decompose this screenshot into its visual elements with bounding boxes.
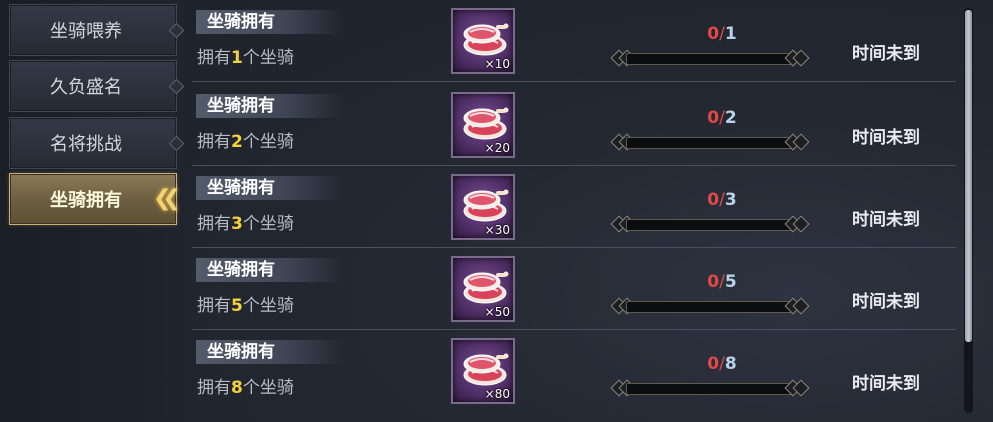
meat-icon [463, 23, 509, 56]
desc-count: 3 [231, 214, 243, 234]
tab-label: 久负盛名 [50, 77, 122, 98]
task-description: 拥有8个坐骑 [197, 373, 294, 398]
reward-item-slot[interactable]: ×30 [451, 174, 515, 240]
progress-text: 0/8 [692, 354, 752, 374]
task-title: 坐骑拥有 [196, 258, 344, 282]
progress-bar [610, 49, 810, 67]
task-description: 拥有5个坐骑 [197, 291, 294, 316]
tab-edge-ornament [168, 22, 185, 39]
reward-quantity: ×10 [484, 57, 510, 71]
task-description: 拥有1个坐骑 [197, 43, 294, 68]
progress-bar [610, 379, 810, 397]
double-chevron-left-icon: ❮❮ [153, 186, 181, 211]
desc-count: 2 [231, 132, 243, 152]
progress-text: 0/2 [692, 108, 752, 128]
task-status[interactable]: 时间未到 [852, 205, 920, 230]
scrollbar-thumb[interactable] [965, 10, 972, 342]
meat-icon [463, 107, 509, 140]
task-description: 拥有2个坐骑 [197, 127, 294, 152]
desc-prefix: 拥有 [197, 296, 231, 316]
task-status[interactable]: 时间未到 [852, 287, 920, 312]
progress-bar [610, 133, 810, 151]
task-row: 坐骑拥有 拥有3个坐骑 ×30 0/3 时间未到 [192, 166, 956, 248]
reward-quantity: ×20 [484, 141, 510, 155]
tab-edge-ornament [168, 135, 185, 152]
progress-current: 0 [707, 108, 720, 128]
desc-count: 8 [231, 378, 243, 398]
desc-prefix: 拥有 [197, 214, 231, 234]
reward-quantity: ×30 [484, 223, 510, 237]
progress-track [626, 383, 794, 395]
desc-prefix: 拥有 [197, 132, 231, 152]
tab-mount-feeding[interactable]: 坐骑喂养 [9, 4, 185, 56]
desc-suffix: 个坐骑 [242, 132, 294, 152]
sidebar: 坐骑喂养 久负盛名 名将挑战 坐骑拥有 ❮❮ [0, 0, 185, 422]
progress-total: 2 [724, 108, 737, 128]
task-list: 坐骑拥有 拥有1个坐骑 ×10 0/1 时间未到 坐骑拥有 拥有2个坐骑 ×20… [184, 0, 993, 422]
progress-text: 0/3 [692, 190, 752, 210]
task-status[interactable]: 时间未到 [852, 369, 920, 394]
progress-track [626, 137, 794, 149]
progress-current: 0 [707, 24, 720, 44]
meat-icon [463, 353, 509, 386]
task-title: 坐骑拥有 [196, 10, 344, 34]
progress-current: 0 [707, 190, 720, 210]
scrollbar[interactable] [964, 8, 973, 413]
progress-total: 3 [724, 190, 737, 210]
tab-edge-ornament [168, 78, 185, 95]
task-row: 坐骑拥有 拥有1个坐骑 ×10 0/1 时间未到 [192, 0, 956, 82]
reward-item-slot[interactable]: ×20 [451, 92, 515, 158]
task-status[interactable]: 时间未到 [852, 123, 920, 148]
tab-label: 坐骑喂养 [50, 21, 122, 42]
reward-item-slot[interactable]: ×80 [451, 338, 515, 404]
progress-total: 5 [724, 272, 737, 292]
progress-text: 0/1 [692, 24, 752, 44]
progress-total: 8 [724, 354, 737, 374]
progress-current: 0 [707, 354, 720, 374]
tab-general-challenge[interactable]: 名将挑战 [9, 117, 185, 169]
tab-label: 名将挑战 [50, 134, 122, 155]
desc-suffix: 个坐骑 [242, 48, 294, 68]
progress-track [626, 301, 794, 313]
progress-bar [610, 297, 810, 315]
tab-renowned[interactable]: 久负盛名 [9, 60, 185, 112]
progress-current: 0 [707, 272, 720, 292]
tab-mount-ownership[interactable]: 坐骑拥有 ❮❮ [9, 173, 181, 225]
progress-bar [610, 215, 810, 233]
mount-events-panel: 坐骑喂养 久负盛名 名将挑战 坐骑拥有 ❮❮ 坐骑拥有 拥有1个坐骑 ×10 0… [0, 0, 993, 422]
desc-count: 5 [231, 296, 243, 316]
desc-suffix: 个坐骑 [242, 296, 294, 316]
reward-quantity: ×80 [484, 387, 510, 401]
task-row: 坐骑拥有 拥有5个坐骑 ×50 0/5 时间未到 [192, 248, 956, 330]
task-title: 坐骑拥有 [196, 94, 344, 118]
meat-icon [463, 271, 509, 304]
progress-total: 1 [724, 24, 737, 44]
task-row: 坐骑拥有 拥有8个坐骑 ×80 0/8 时间未到 [192, 330, 956, 411]
task-row: 坐骑拥有 拥有2个坐骑 ×20 0/2 时间未到 [192, 84, 956, 166]
task-description: 拥有3个坐骑 [197, 209, 294, 234]
meat-icon [463, 189, 509, 222]
progress-track [626, 219, 794, 231]
reward-item-slot[interactable]: ×50 [451, 256, 515, 322]
desc-suffix: 个坐骑 [242, 214, 294, 234]
task-title: 坐骑拥有 [196, 340, 344, 364]
desc-count: 1 [231, 48, 243, 68]
reward-item-slot[interactable]: ×10 [451, 8, 515, 74]
task-status[interactable]: 时间未到 [852, 39, 920, 64]
progress-text: 0/5 [692, 272, 752, 292]
desc-prefix: 拥有 [197, 48, 231, 68]
tab-label: 坐骑拥有 [50, 190, 122, 211]
reward-quantity: ×50 [484, 305, 510, 319]
desc-prefix: 拥有 [197, 378, 231, 398]
desc-suffix: 个坐骑 [242, 378, 294, 398]
task-title: 坐骑拥有 [196, 176, 344, 200]
progress-track [626, 53, 794, 65]
